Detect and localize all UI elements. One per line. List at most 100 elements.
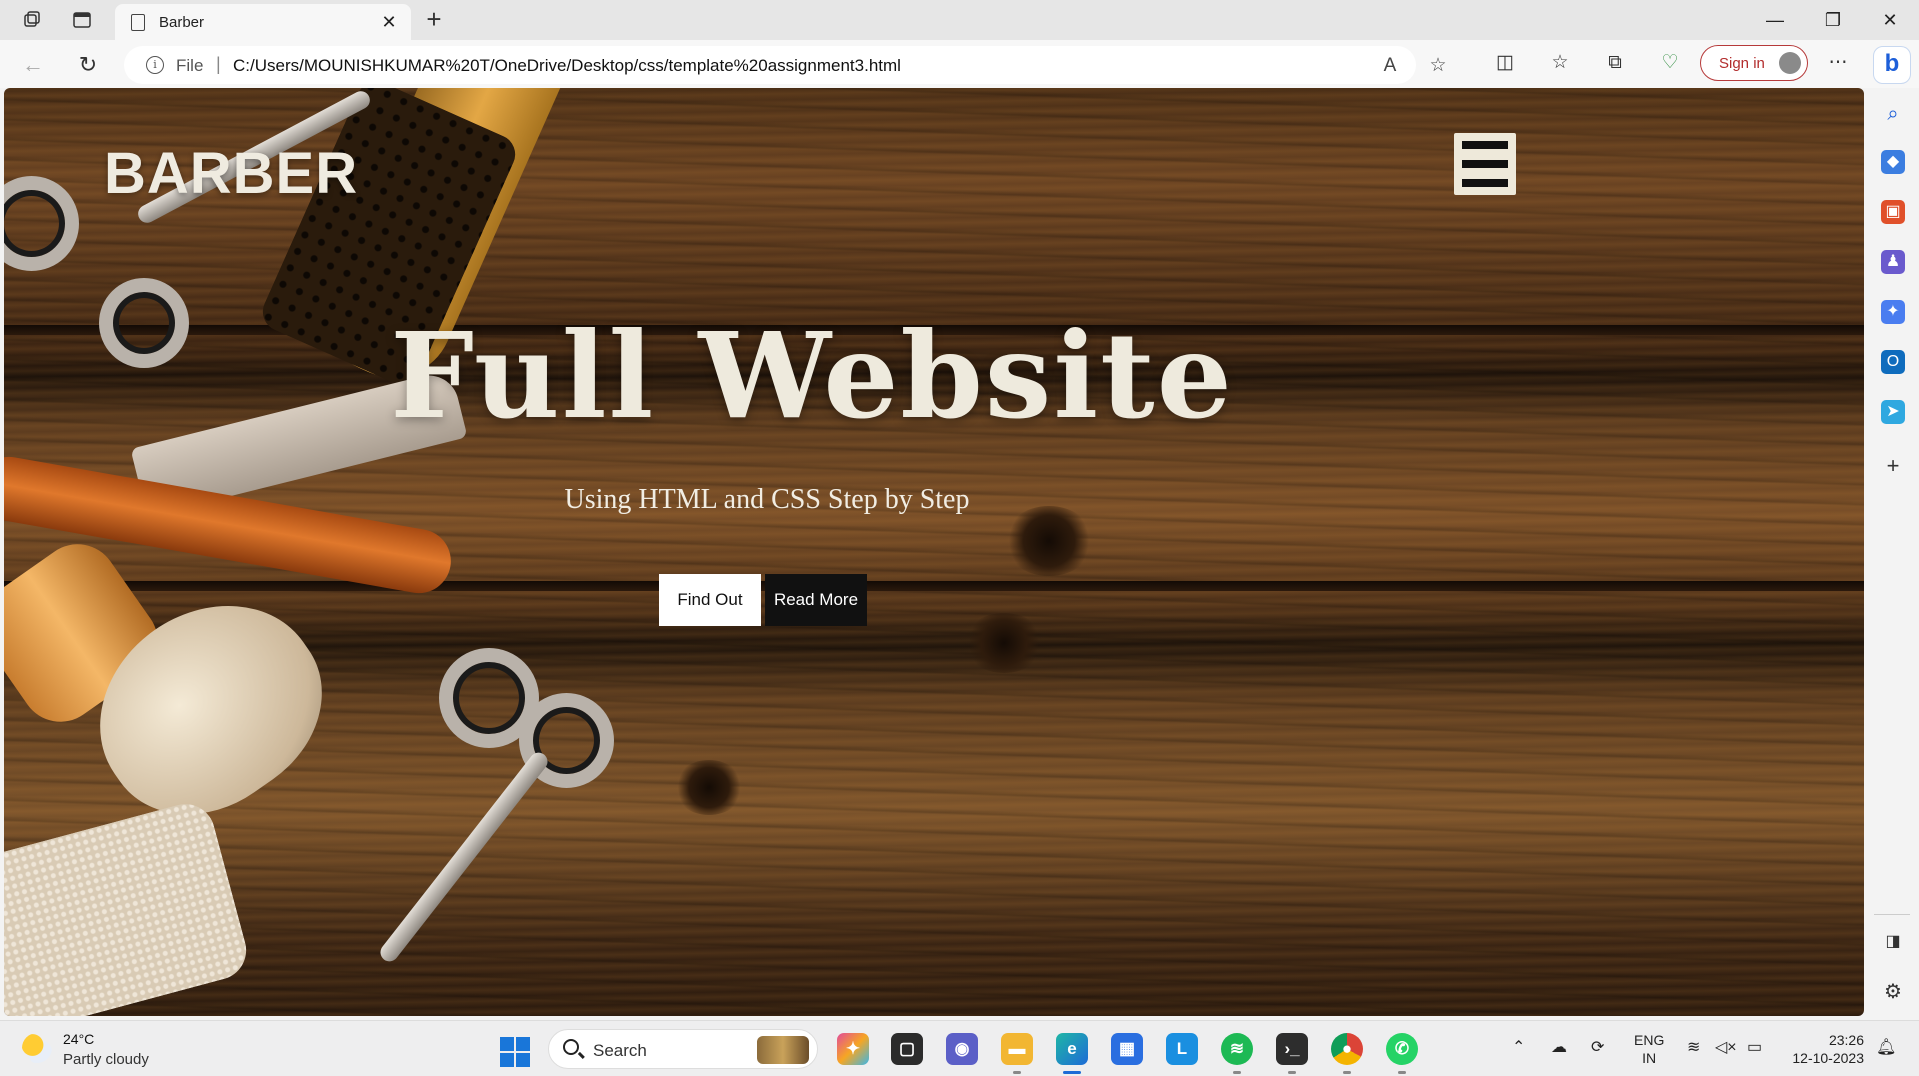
- edge-browser-icon[interactable]: e: [1056, 1033, 1088, 1065]
- find-out-button[interactable]: Find Out: [659, 574, 761, 626]
- microsoft365-icon[interactable]: ✦: [1881, 300, 1905, 324]
- close-tab-icon[interactable]: ✕: [377, 10, 401, 34]
- running-indicator: [1233, 1071, 1241, 1074]
- taskbar-search-label: Search: [593, 1041, 647, 1060]
- read-aloud-icon[interactable]: A: [1378, 54, 1402, 78]
- bing-copilot-button[interactable]: b: [1873, 46, 1911, 84]
- battery-icon[interactable]: ▭: [1747, 1037, 1762, 1057]
- workspaces-icon[interactable]: [20, 8, 44, 32]
- split-screen-icon[interactable]: ◫: [1491, 49, 1519, 77]
- file-explorer-icon[interactable]: ▬: [1001, 1033, 1033, 1065]
- drop-icon[interactable]: ➤: [1881, 400, 1905, 424]
- wood-knot: [674, 760, 744, 815]
- favorite-star-icon[interactable]: ☆: [1426, 54, 1450, 78]
- sidebar-divider: [1874, 914, 1910, 915]
- hero-title: Full Website: [390, 306, 1234, 445]
- volume-muted-icon[interactable]: ◁×: [1715, 1037, 1737, 1057]
- spotify-icon[interactable]: ≋: [1221, 1033, 1253, 1065]
- running-indicator: [1398, 1071, 1406, 1074]
- running-indicator: [1288, 1071, 1296, 1074]
- menu-bar-icon: [1462, 160, 1508, 168]
- teams-chat-icon[interactable]: ◉: [946, 1033, 978, 1065]
- page-icon: [131, 14, 145, 31]
- outlook-icon[interactable]: O: [1881, 350, 1905, 374]
- weather-condition[interactable]: Partly cloudy: [63, 1051, 149, 1068]
- shopping-icon[interactable]: ◆: [1881, 150, 1905, 174]
- language-indicator[interactable]: ENG IN: [1634, 1031, 1664, 1067]
- wood-plank-gap: [4, 581, 1864, 591]
- minimize-button[interactable]: —: [1760, 6, 1790, 34]
- windows-logo-icon: [516, 1053, 530, 1067]
- add-sidebar-app-icon[interactable]: +: [1881, 454, 1905, 478]
- menu-bar-icon: [1462, 179, 1508, 187]
- menu-bar-icon: [1462, 141, 1508, 149]
- search-highlight-image: [757, 1036, 809, 1064]
- brand-logo-text[interactable]: BARBER: [104, 140, 358, 207]
- browser-essentials-icon[interactable]: ♡: [1656, 49, 1684, 77]
- language-code: ENG: [1634, 1032, 1665, 1048]
- weather-temperature[interactable]: 24°C: [63, 1031, 94, 1047]
- system-clock[interactable]: 23:26 12-10-2023: [1784, 1031, 1864, 1067]
- microsoft-store-icon[interactable]: ▦: [1111, 1033, 1143, 1065]
- sync-icon[interactable]: ⟳: [1591, 1037, 1604, 1057]
- chrome-icon[interactable]: ●: [1331, 1033, 1363, 1065]
- wifi-icon[interactable]: ≋: [1687, 1037, 1700, 1057]
- collections-icon[interactable]: ⧉: [1601, 49, 1629, 77]
- sign-in-label: Sign in: [1719, 55, 1765, 72]
- more-menu-icon[interactable]: ⋯: [1824, 49, 1852, 77]
- tab-barber[interactable]: Barber ✕: [115, 4, 411, 40]
- info-icon[interactable]: i: [146, 56, 164, 74]
- games-icon[interactable]: ♟: [1881, 250, 1905, 274]
- terminal-icon[interactable]: ›_: [1276, 1033, 1308, 1065]
- language-region: IN: [1642, 1050, 1657, 1066]
- web-page-hero: BARBER Full Website Using HTML and CSS S…: [4, 88, 1864, 1016]
- scissors-image: [4, 176, 79, 271]
- windows-logo-icon: [516, 1037, 530, 1051]
- clock-date: 12-10-2023: [1792, 1050, 1864, 1066]
- windows-logo-icon: [500, 1037, 514, 1051]
- task-view-icon[interactable]: ▢: [891, 1033, 923, 1065]
- hide-sidebar-icon[interactable]: ◨: [1881, 930, 1905, 954]
- address-url[interactable]: C:/Users/MOUNISHKUMAR%20T/OneDrive/Deskt…: [233, 56, 901, 76]
- search-icon: [563, 1039, 579, 1055]
- whatsapp-icon[interactable]: ✆: [1386, 1033, 1418, 1065]
- notification-bell-icon[interactable]: 🔔︎: [1876, 1037, 1896, 1057]
- active-indicator: [1063, 1071, 1081, 1074]
- new-tab-button[interactable]: +: [420, 6, 448, 34]
- l-app-icon[interactable]: L: [1166, 1033, 1198, 1065]
- tab-title: Barber: [159, 14, 205, 31]
- taskbar-search-box[interactable]: Search: [548, 1029, 818, 1069]
- wood-knot: [1004, 506, 1094, 576]
- windows-taskbar: 24°C Partly cloudy Search ✦ ▢ ◉ ▬ e ▦ L …: [0, 1020, 1919, 1076]
- start-button[interactable]: [500, 1037, 530, 1067]
- scissors-blade-image: [376, 749, 552, 965]
- vertical-tabs-icon[interactable]: [70, 8, 94, 32]
- bing-icon: b: [1884, 50, 1900, 77]
- towel-image: [4, 797, 253, 1016]
- profile-avatar-icon: [1779, 52, 1801, 74]
- back-button[interactable]: ←: [18, 50, 48, 80]
- restore-button[interactable]: ❐: [1818, 6, 1848, 34]
- favorites-icon[interactable]: ☆: [1546, 49, 1574, 77]
- browser-tab-bar: Barber ✕ + — ❐ ✕: [0, 0, 1919, 40]
- address-bar[interactable]: i File | C:/Users/MOUNISHKUMAR%20T/OneDr…: [124, 46, 1447, 84]
- show-hidden-icons-chevron-icon[interactable]: ⌃: [1512, 1037, 1525, 1057]
- hamburger-menu-button[interactable]: [1454, 133, 1516, 195]
- settings-gear-icon[interactable]: ⚙: [1881, 980, 1905, 1004]
- sign-in-button[interactable]: Sign in: [1700, 45, 1808, 81]
- address-scheme: File: [176, 56, 204, 75]
- onedrive-icon[interactable]: ☁: [1551, 1037, 1567, 1057]
- partly-cloudy-icon[interactable]: [22, 1033, 52, 1063]
- copilot-preview-icon[interactable]: ✦: [837, 1033, 869, 1065]
- address-separator: |: [216, 54, 221, 74]
- read-more-button[interactable]: Read More: [765, 574, 867, 626]
- hero-subtitle: Using HTML and CSS Step by Step: [564, 484, 970, 515]
- refresh-button[interactable]: ↻: [73, 50, 103, 80]
- running-indicator: [1013, 1071, 1021, 1074]
- close-window-button[interactable]: ✕: [1875, 6, 1905, 34]
- running-indicator: [1343, 1071, 1351, 1074]
- search-icon[interactable]: ⌕: [1881, 102, 1905, 126]
- tools-icon[interactable]: ▣: [1881, 200, 1905, 224]
- clock-time: 23:26: [1828, 1032, 1864, 1048]
- wood-knot: [964, 613, 1044, 673]
